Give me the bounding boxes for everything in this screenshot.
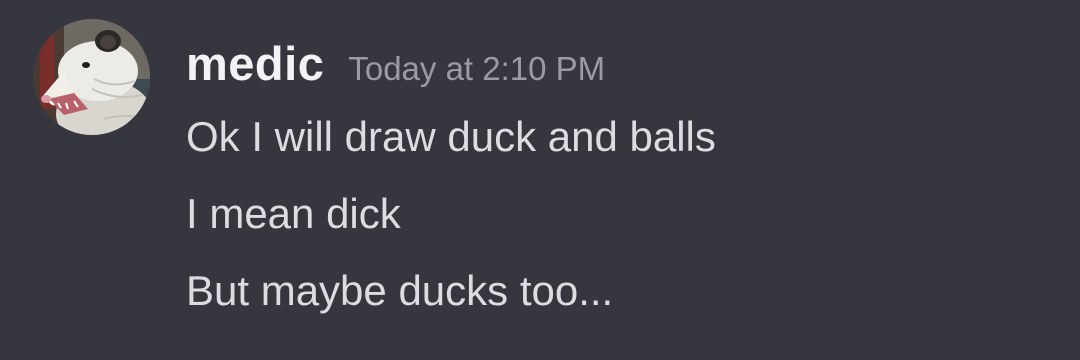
- opossum-avatar-icon: [34, 19, 150, 135]
- avatar[interactable]: [34, 19, 150, 135]
- chat-message-group: medic Today at 2:10 PM Ok I will draw du…: [0, 0, 1080, 360]
- username[interactable]: medic: [186, 36, 324, 91]
- message-text: I mean dick: [186, 190, 401, 237]
- message-timestamp: Today at 2:10 PM: [348, 50, 606, 87]
- message-text: But maybe ducks too...: [186, 267, 614, 314]
- message-text: Ok I will draw duck and balls: [186, 113, 716, 160]
- message-header: medic Today at 2:10 PM: [186, 36, 605, 96]
